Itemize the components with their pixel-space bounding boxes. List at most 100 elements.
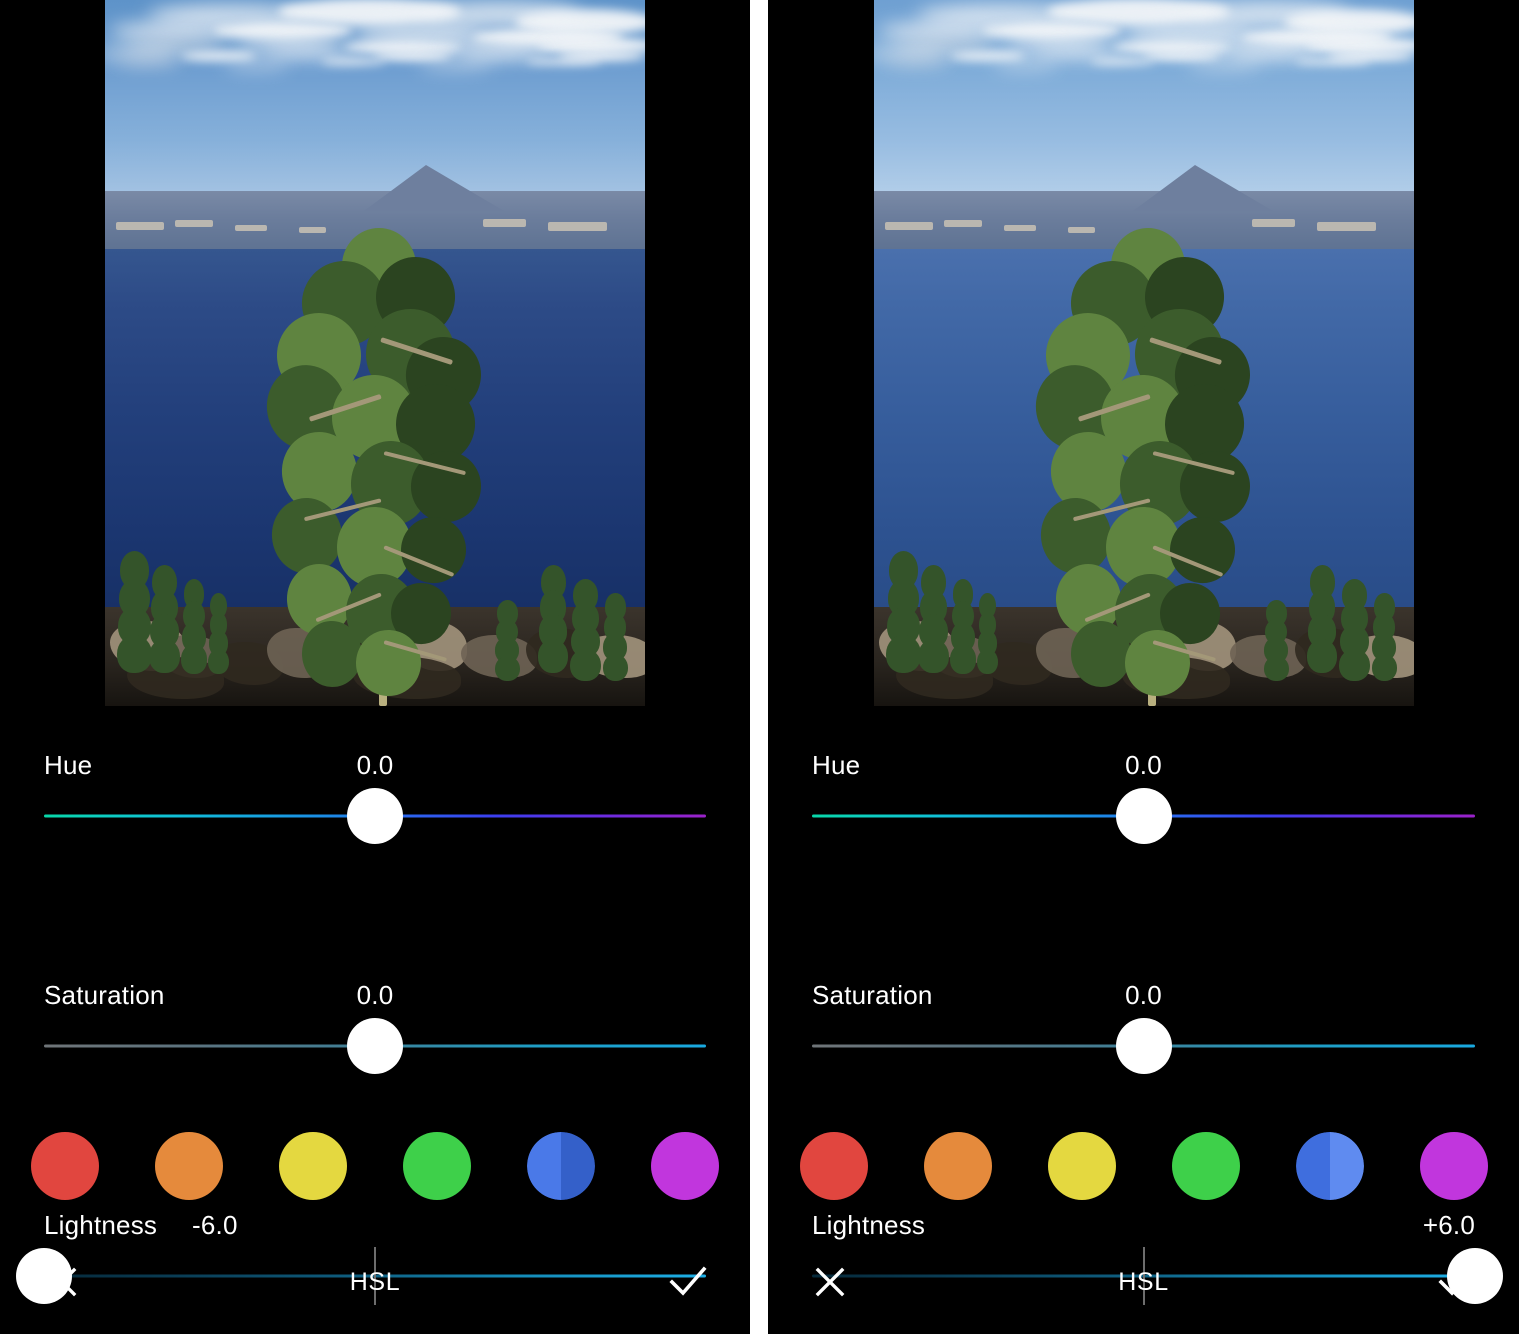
- background-conifer: [977, 593, 999, 678]
- hsl-editor-comparison: Hue 0.0 Saturation 0.0 Lightness -6.0 HSL Hue 0…: [0, 0, 1519, 1334]
- background-conifer: [1338, 578, 1370, 685]
- photo-preview[interactable]: [874, 0, 1414, 706]
- slider-header: Hue 0.0: [0, 745, 750, 785]
- close-icon[interactable]: [42, 1262, 82, 1302]
- color-channel-swatches: [800, 1132, 1488, 1200]
- slider-knob[interactable]: [347, 788, 403, 844]
- slider-saturation[interactable]: Saturation 0.0: [0, 975, 750, 1077]
- background-conifer: [569, 578, 601, 685]
- cloud: [110, 23, 230, 40]
- swatch-yellow[interactable]: [1048, 1132, 1116, 1200]
- cloud: [1187, 60, 1263, 68]
- slider-label: Saturation: [812, 979, 933, 1010]
- foreground-pine-tree: [260, 228, 515, 706]
- slider-value: 0.0: [356, 979, 394, 1010]
- background-conifer: [148, 564, 180, 678]
- background-conifer: [917, 564, 949, 678]
- rim-highlight: [115, 222, 165, 231]
- tree-foliage: [1165, 512, 1239, 588]
- swatch-red[interactable]: [31, 1132, 99, 1200]
- swatch-blue[interactable]: [1296, 1132, 1364, 1200]
- editor-mode-title: HSL: [1118, 1267, 1169, 1296]
- cloud: [1295, 58, 1371, 66]
- background-conifer: [950, 578, 977, 678]
- cloud: [375, 51, 451, 61]
- editor-bottom-bar: HSL: [768, 1254, 1519, 1310]
- cloud: [223, 60, 289, 68]
- cloud: [879, 23, 999, 40]
- cloud: [180, 51, 257, 61]
- photo-canvas: [874, 0, 1414, 706]
- cloud: [1090, 58, 1155, 66]
- swatch-half-right: [1330, 1132, 1364, 1200]
- cloud: [1144, 51, 1220, 61]
- cloud: [321, 58, 386, 66]
- background-conifer: [537, 564, 569, 678]
- swatch-purple[interactable]: [651, 1132, 719, 1200]
- swatch-half-left: [1296, 1132, 1330, 1200]
- check-icon[interactable]: [1437, 1262, 1477, 1302]
- swatch-red[interactable]: [800, 1132, 868, 1200]
- slider-label: Lightness: [44, 1209, 158, 1240]
- editor-mode-title: HSL: [349, 1267, 401, 1296]
- slider-saturation[interactable]: Saturation 0.0: [768, 975, 1519, 1077]
- slider-label: Lightness: [812, 1209, 926, 1240]
- rim-highlight: [944, 220, 982, 228]
- slider-track-row[interactable]: [0, 1015, 750, 1077]
- slider-track-row[interactable]: [768, 785, 1519, 847]
- slider-track-row[interactable]: [768, 1015, 1519, 1077]
- background-conifer: [1371, 593, 1398, 685]
- slider-header: Lightness -6.0: [0, 1205, 750, 1245]
- swatch-green[interactable]: [403, 1132, 471, 1200]
- foreground-pine-tree: [1029, 228, 1284, 706]
- cloud: [992, 60, 1058, 68]
- rim-highlight: [175, 220, 213, 228]
- cloud: [949, 51, 1026, 61]
- editor-panel-before: Hue 0.0 Saturation 0.0 Lightness -6.0 HSL: [0, 0, 750, 1334]
- swatch-orange[interactable]: [924, 1132, 992, 1200]
- slider-label: Hue: [44, 749, 93, 780]
- cloud: [884, 58, 950, 66]
- rim-highlight: [1252, 218, 1296, 227]
- cloud: [418, 60, 494, 68]
- slider-track-row[interactable]: [0, 785, 750, 847]
- rim-highlight: [234, 224, 267, 231]
- close-icon[interactable]: [810, 1262, 850, 1302]
- rim-highlight: [1316, 222, 1377, 231]
- background-conifer: [208, 593, 230, 678]
- slider-knob[interactable]: [1115, 788, 1172, 844]
- swatch-blue[interactable]: [527, 1132, 595, 1200]
- background-conifer: [602, 593, 629, 685]
- slider-hue[interactable]: Hue 0.0: [768, 745, 1519, 847]
- swatch-purple[interactable]: [1420, 1132, 1488, 1200]
- cloud: [267, 48, 354, 59]
- photo-preview[interactable]: [105, 0, 645, 706]
- slider-header: Hue 0.0: [768, 745, 1519, 785]
- swatch-half-left: [527, 1132, 561, 1200]
- color-channel-swatches: [31, 1132, 719, 1200]
- cloud: [874, 48, 950, 59]
- background-conifer: [181, 578, 208, 678]
- swatch-orange[interactable]: [155, 1132, 223, 1200]
- rim-highlight: [483, 218, 527, 227]
- slider-knob[interactable]: [347, 1018, 403, 1074]
- swatch-yellow[interactable]: [279, 1132, 347, 1200]
- rim-highlight: [547, 222, 608, 231]
- slider-value: +6.0: [1422, 1209, 1475, 1240]
- slider-header: Saturation 0.0: [0, 975, 750, 1015]
- slider-value: 0.0: [1125, 979, 1162, 1010]
- panel-divider: [750, 0, 768, 1334]
- check-icon[interactable]: [668, 1262, 708, 1302]
- slider-hue[interactable]: Hue 0.0: [0, 745, 750, 847]
- cloud: [461, 48, 548, 59]
- slider-knob[interactable]: [1115, 1018, 1172, 1074]
- slider-header: Lightness +6.0: [768, 1205, 1519, 1245]
- photo-canvas: [105, 0, 645, 706]
- cloud: [1036, 48, 1123, 59]
- editor-bottom-bar: HSL: [0, 1254, 750, 1310]
- rim-highlight: [1003, 224, 1036, 231]
- slider-label: Saturation: [44, 979, 165, 1010]
- slider-value: -6.0: [192, 1209, 238, 1240]
- editor-panel-after: Hue 0.0 Saturation 0.0 Lightness +6.0 HSL: [768, 0, 1519, 1334]
- swatch-green[interactable]: [1172, 1132, 1240, 1200]
